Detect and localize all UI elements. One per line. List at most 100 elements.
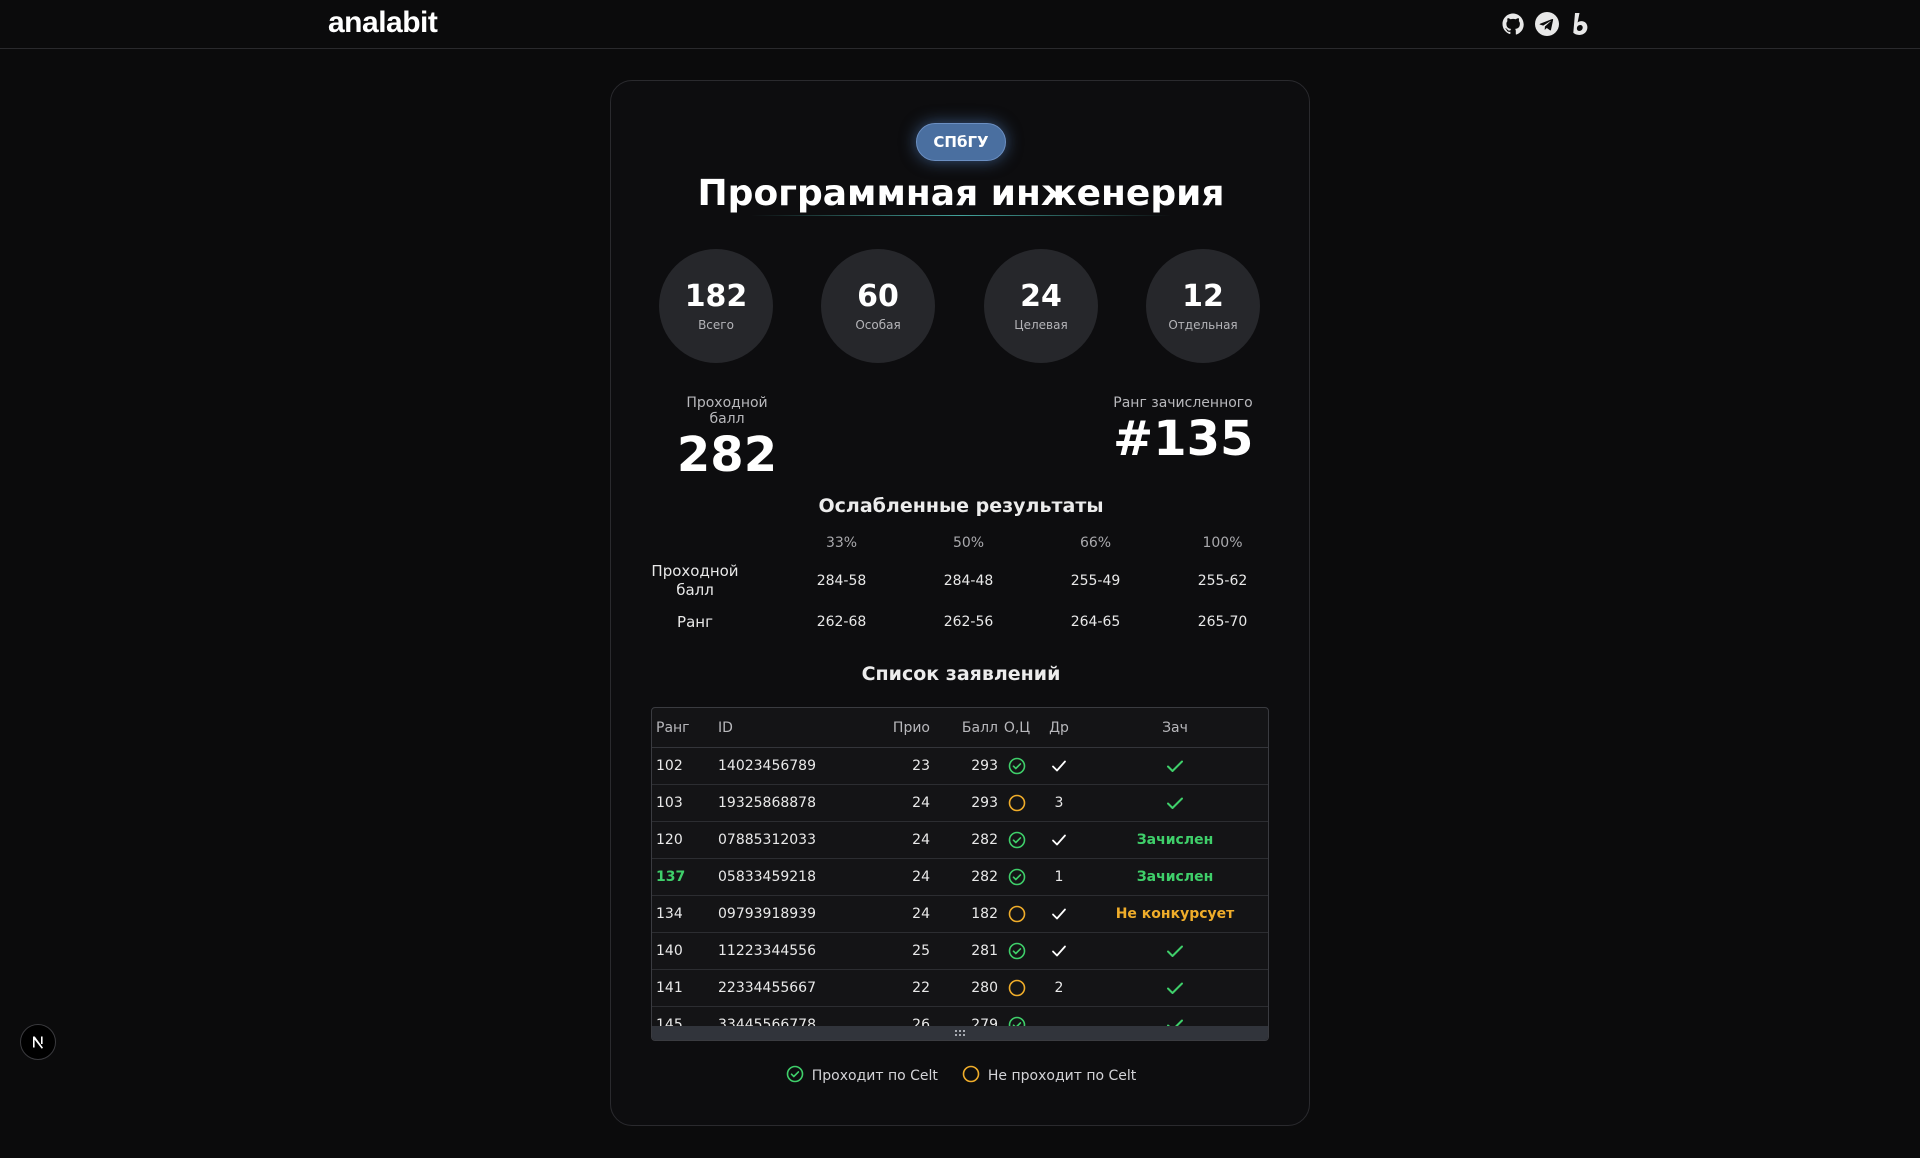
weakened-row-passing: Проходной балл 284-58 284-48 255-49 255-… (651, 559, 1271, 603)
cell-prio: 24 (912, 795, 930, 811)
weakened-value: 255-49 (1070, 572, 1121, 589)
weakened-row-label: Проходной балл (651, 562, 739, 599)
stat-label: Всего (698, 318, 734, 332)
cell-rank: 120 (656, 832, 683, 848)
cell-rank: 102 (656, 758, 683, 774)
cell-id: 09793918939 (718, 906, 816, 922)
cell-dr: 2 (1034, 970, 1084, 1006)
cell-dr (1034, 822, 1084, 858)
stat-value: 24 (1020, 279, 1062, 314)
table-row[interactable]: 120 07885312033 24 282 Зачислен (652, 822, 1268, 859)
enrolled-rank: Ранг зачисленного #135 (1113, 395, 1253, 467)
quota-stats: 182 Всего 60 Особая 24 Целевая 12 Отдель… (659, 249, 1263, 363)
weakened-value: 265-70 (1197, 613, 1248, 630)
b-brand-icon[interactable] (1568, 11, 1594, 37)
col-oc-header[interactable]: О,Ц (1002, 708, 1032, 747)
table-row[interactable]: 134 09793918939 24 182 Не конкурсует (652, 896, 1268, 933)
cell-dr (1034, 896, 1084, 932)
fail-circle-icon (1008, 794, 1026, 812)
cell-score: 282 (971, 832, 998, 848)
cell-id: 05833459218 (718, 869, 816, 885)
cell-dr: 3 (1034, 785, 1084, 821)
status-badge: Не конкурсует (1115, 906, 1235, 922)
pass-circle-icon (1008, 831, 1026, 849)
stat-target: 24 Целевая (984, 249, 1098, 363)
cell-dr: 1 (1034, 859, 1084, 895)
resize-handle[interactable] (652, 1026, 1268, 1040)
cell-zach (1082, 785, 1268, 821)
enrolled-rank-label: Ранг зачисленного (1113, 395, 1253, 411)
pass-circle-icon (1008, 868, 1026, 886)
site-logo[interactable]: analabit (328, 6, 438, 40)
program-card: СПбГУ Программная инженерия 182 Всего 60… (610, 80, 1310, 1126)
cell-prio: 24 (912, 832, 930, 848)
cell-rank: 140 (656, 943, 683, 959)
cell-score: 293 (971, 758, 998, 774)
cell-prio: 23 (912, 758, 930, 774)
cell-dr (1034, 748, 1084, 784)
enrolled-check-icon (1166, 759, 1184, 773)
check-icon (1051, 944, 1067, 958)
social-links (1500, 11, 1594, 37)
stat-total: 182 Всего (659, 249, 773, 363)
cell-oc (1002, 933, 1032, 969)
weakened-header: 50% (952, 534, 985, 551)
cell-rank: 137 (656, 869, 686, 885)
cell-zach: Не конкурсует (1082, 896, 1268, 932)
legend-fail-label: Не проходит по Celt (987, 1068, 1137, 1084)
col-zach-header[interactable]: Зач (1082, 708, 1268, 747)
cell-rank: 141 (656, 980, 683, 996)
dr-value: 1 (1054, 869, 1064, 885)
applications-table[interactable]: Ранг ID Прио Балл О,Ц Др Зач 102 14023456… (651, 707, 1269, 1041)
passing-score-label: Проходной балл (686, 395, 768, 427)
legend-fail: Не проходит по Celt (962, 1065, 1136, 1087)
nextjs-dev-badge-icon[interactable] (20, 1024, 56, 1060)
cell-oc (1002, 785, 1032, 821)
enrolled-rank-value: #135 (1113, 411, 1254, 467)
cell-score: 281 (971, 943, 998, 959)
col-prio-header[interactable]: Прио (862, 708, 930, 747)
stat-label: Особая (855, 318, 901, 332)
program-title: Программная инженерия (697, 173, 1225, 214)
table-row[interactable]: 102 14023456789 23 293 (652, 748, 1268, 785)
stat-value: 182 (684, 279, 748, 314)
enrolled-check-icon (1166, 796, 1184, 810)
table-row[interactable]: 140 11223344556 25 281 (652, 933, 1268, 970)
cell-id: 11223344556 (718, 943, 816, 959)
enrolled-check-icon (1166, 981, 1184, 995)
top-bar: analabit (0, 0, 1920, 49)
legend: Проходит по Celt Не проходит по Celt (611, 1065, 1311, 1087)
cell-zach: Зачислен (1082, 859, 1268, 895)
col-id-header[interactable]: ID (718, 708, 868, 747)
dr-value: 3 (1054, 795, 1064, 811)
cell-oc (1002, 970, 1032, 1006)
cell-id: 14023456789 (718, 758, 816, 774)
github-icon[interactable] (1500, 11, 1526, 37)
telegram-icon[interactable] (1534, 11, 1560, 37)
fail-circle-icon (1008, 905, 1026, 923)
university-badge[interactable]: СПбГУ (916, 123, 1006, 161)
cell-zach (1082, 933, 1268, 969)
table-row[interactable]: 137 05833459218 24 282 1 Зачислен (652, 859, 1268, 896)
cell-score: 282 (971, 869, 998, 885)
enrolled-check-icon (1166, 944, 1184, 958)
cell-score: 293 (971, 795, 998, 811)
weakened-value: 262-56 (943, 613, 994, 630)
weakened-header: 66% (1079, 534, 1112, 551)
cell-zach (1082, 970, 1268, 1006)
col-score-header[interactable]: Балл (942, 708, 998, 747)
col-dr-header[interactable]: Др (1034, 708, 1084, 747)
weakened-value: 262-68 (816, 613, 867, 630)
col-rank-header[interactable]: Ранг (656, 708, 706, 747)
weakened-header: 100% (1202, 534, 1243, 551)
stat-special: 60 Особая (821, 249, 935, 363)
table-row[interactable]: 103 19325868878 24 293 3 (652, 785, 1268, 822)
weakened-value: 255-62 (1197, 572, 1248, 589)
weakened-row-rank: Ранг 262-68 262-56 264-65 265-70 (651, 607, 1271, 637)
cell-id: 22334455667 (718, 980, 816, 996)
title-underline (751, 215, 1171, 216)
pass-circle-icon (1008, 757, 1026, 775)
cell-prio: 22 (912, 980, 930, 996)
table-row[interactable]: 141 22334455667 22 280 2 (652, 970, 1268, 1007)
cell-rank: 134 (656, 906, 683, 922)
